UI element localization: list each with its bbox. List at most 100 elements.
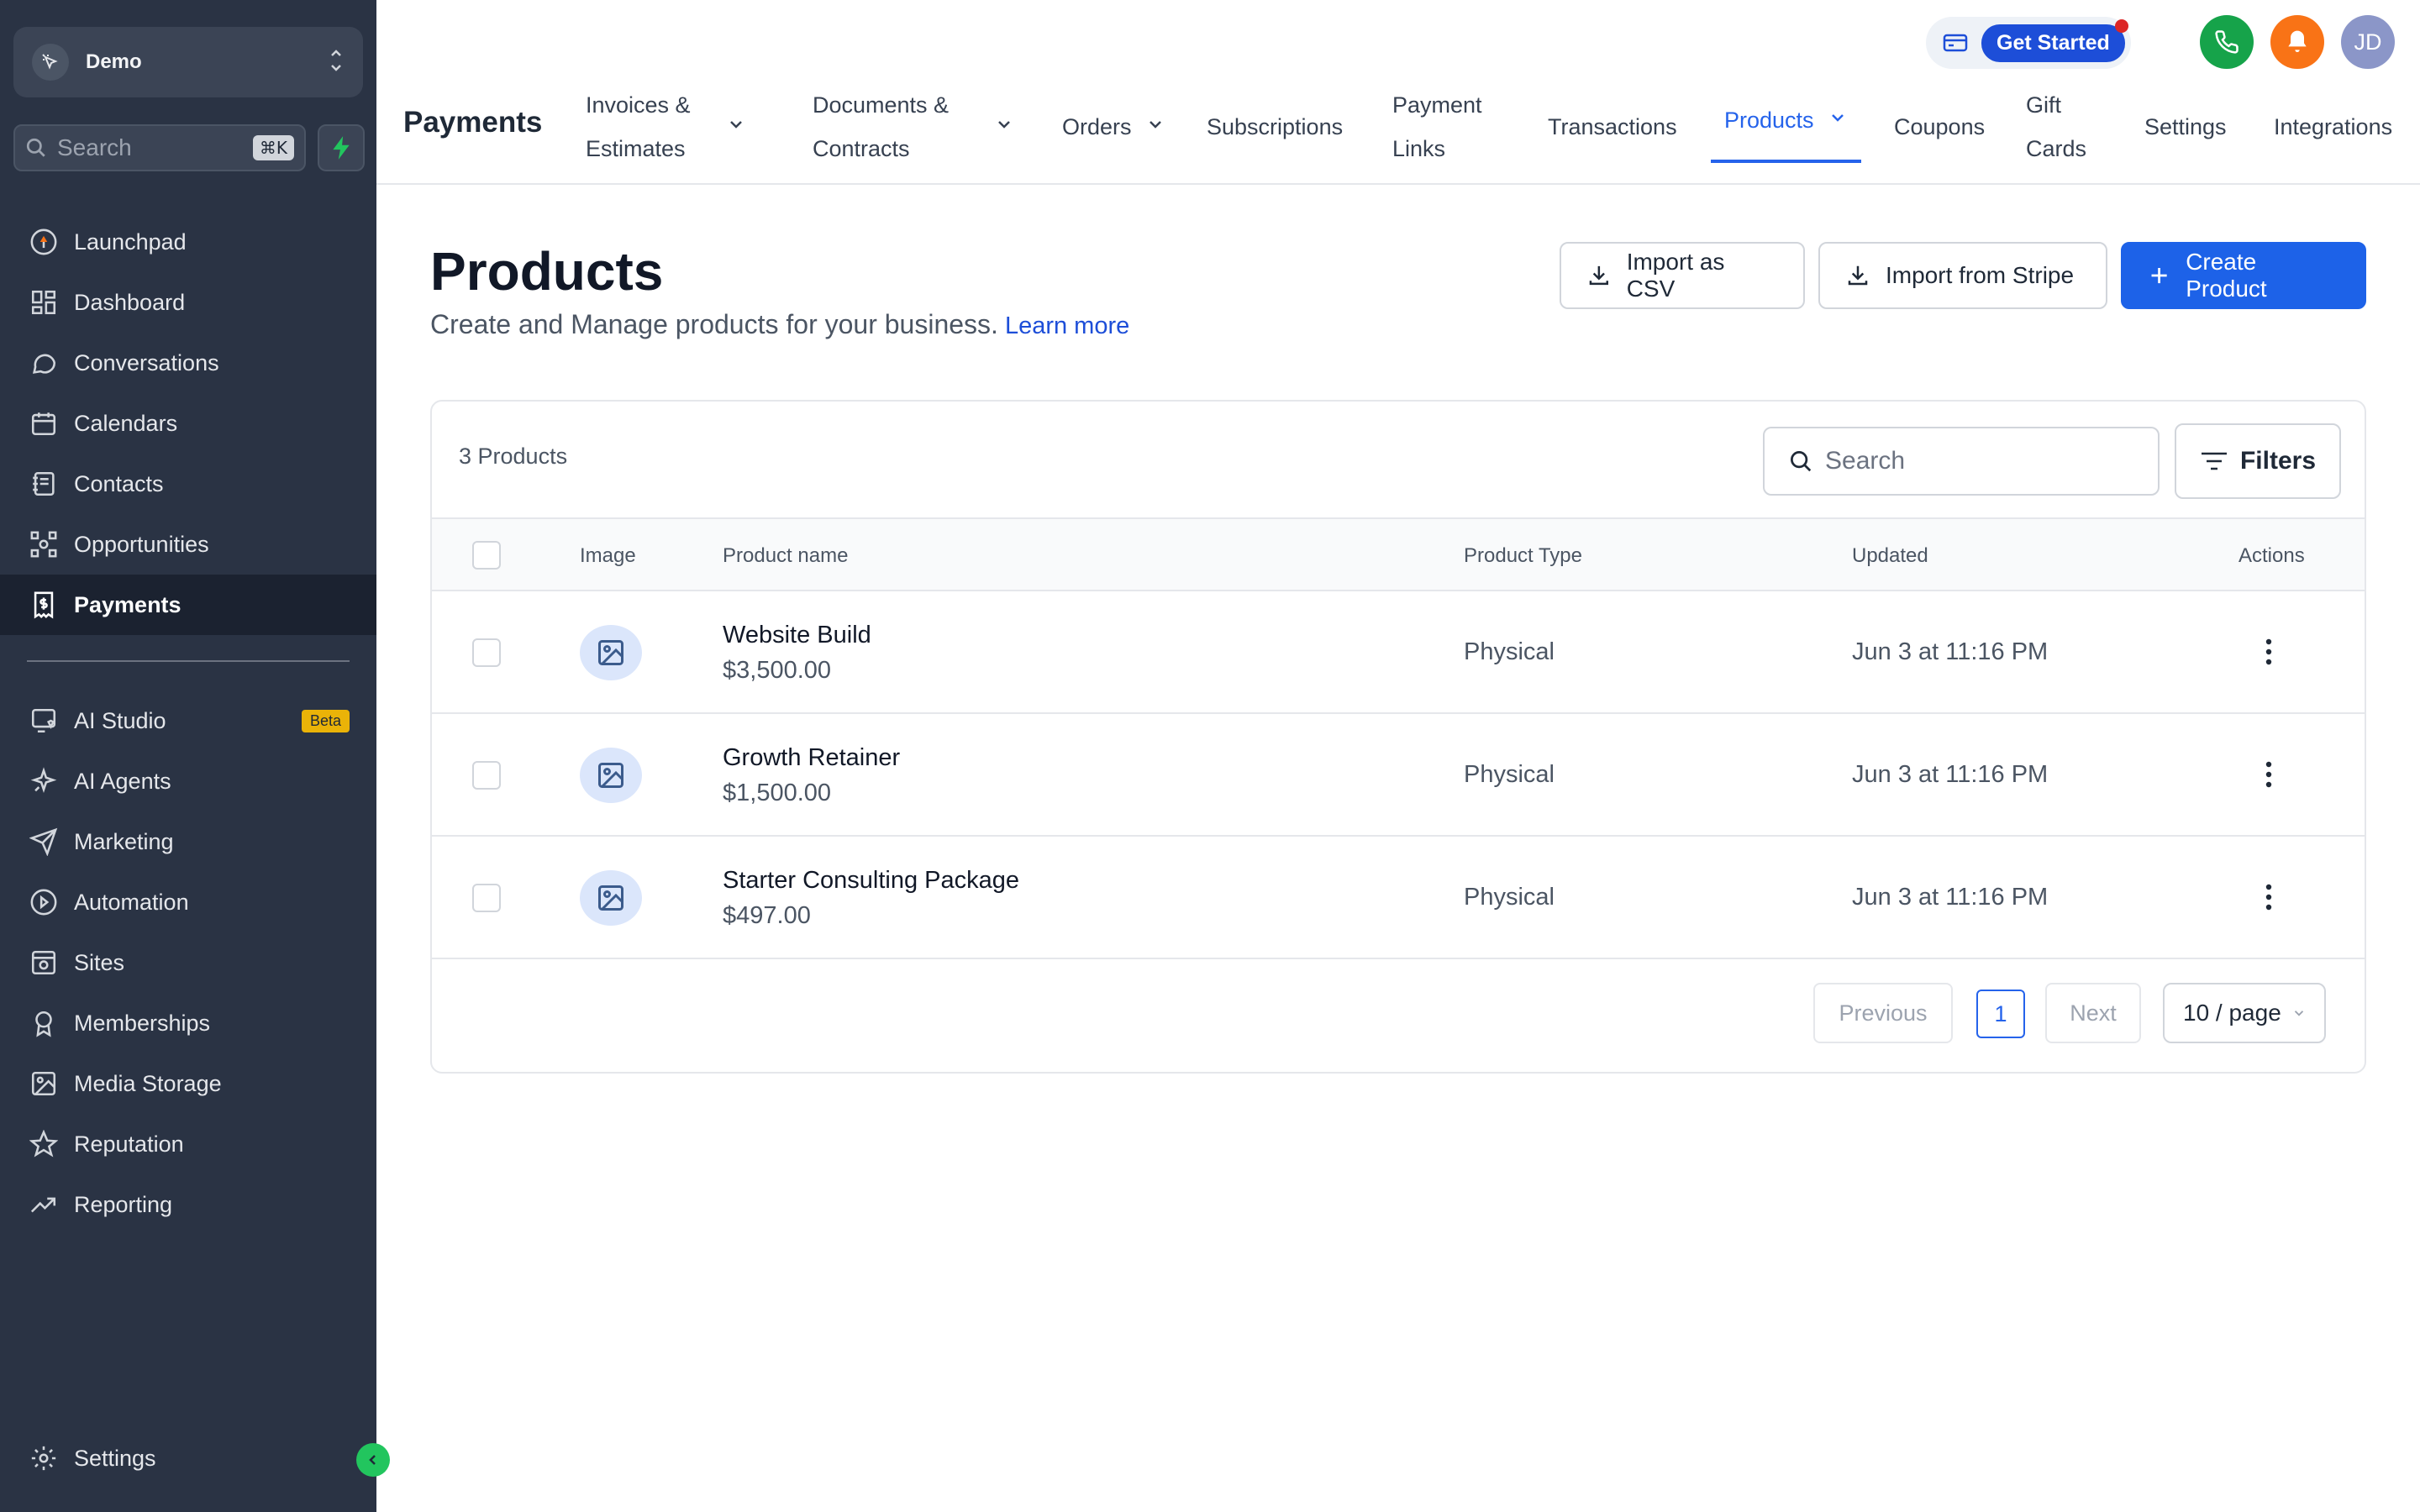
tab-label: Links [1392, 136, 1446, 161]
sidebar-item-label: Calendars [74, 410, 178, 436]
phone-button[interactable] [2200, 15, 2254, 69]
sidebar-item-label: Reputation [74, 1131, 184, 1157]
pointer-icon [32, 44, 69, 81]
page-number-current[interactable]: 1 [1976, 990, 2025, 1038]
image-icon [27, 1067, 60, 1100]
tab-payment-links[interactable]: Payment Links [1392, 81, 1482, 173]
select-all-checkbox[interactable] [472, 541, 501, 570]
chevron-left-icon [369, 1455, 376, 1465]
column-header-name[interactable]: Product name [723, 544, 848, 568]
tab-invoices-estimates[interactable]: Invoices & Estimates [586, 81, 746, 173]
import-csv-button[interactable]: Import as CSV [1560, 242, 1805, 309]
product-updated: Jun 3 at 11:16 PM [1852, 638, 2049, 665]
import-stripe-button[interactable]: Import from Stripe [1818, 242, 2107, 309]
product-name[interactable]: Growth Retainer [723, 744, 900, 772]
sidebar-item-settings[interactable]: Settings [0, 1428, 376, 1488]
download-icon [1589, 265, 1608, 286]
sidebar-item-ai-agents[interactable]: AI Agents [0, 751, 376, 811]
page-subtitle-text: Create and Manage products for your busi… [430, 309, 998, 339]
calendar-icon [27, 407, 60, 440]
sidebar-item-launchpad[interactable]: Launchpad [0, 212, 376, 272]
table-row[interactable]: Growth Retainer $1,500.00 Physical Jun 3… [432, 714, 2365, 837]
product-updated: Jun 3 at 11:16 PM [1852, 761, 2049, 788]
product-price: $1,500.00 [723, 780, 832, 806]
sidebar-item-label: Sites [74, 949, 125, 975]
product-price: $3,500.00 [723, 657, 832, 684]
create-product-button[interactable]: Create Product [2121, 242, 2366, 309]
sidebar-item-automation[interactable]: Automation [0, 872, 376, 932]
sidebar-item-memberships[interactable]: Memberships [0, 993, 376, 1053]
ai-studio-icon [27, 704, 60, 738]
tab-label: Coupons [1894, 114, 1986, 139]
product-price: $497.00 [723, 902, 811, 929]
tab-coupons[interactable]: Coupons [1894, 81, 1985, 173]
column-header-type[interactable]: Product Type [1464, 544, 1582, 568]
get-started-button[interactable]: Get Started [1981, 18, 2128, 62]
get-started-widget[interactable]: Get Started [1926, 17, 2131, 69]
page-title: Products [430, 241, 664, 302]
card-icon [1943, 34, 1968, 52]
sidebar-item-label: Automation [74, 889, 189, 915]
send-icon [27, 825, 60, 858]
sidebar: Demo Search ⌘K Launchpad Dashboard Conve… [0, 0, 376, 1512]
tab-products[interactable]: Products [1711, 81, 1861, 163]
sidebar-item-ai-studio[interactable]: AI Studio Beta [0, 690, 376, 751]
column-header-updated[interactable]: Updated [1852, 544, 1928, 568]
learn-more-link[interactable]: Learn more [1005, 312, 1129, 339]
filters-button[interactable]: Filters [2175, 423, 2341, 499]
row-actions-button[interactable] [2252, 758, 2286, 791]
row-checkbox[interactable] [472, 761, 501, 790]
sidebar-item-reporting[interactable]: Reporting [0, 1174, 376, 1235]
table-row[interactable]: Starter Consulting Package $497.00 Physi… [432, 837, 2365, 959]
table-search-input[interactable]: Search [1763, 427, 2160, 496]
plus-icon [2151, 267, 2167, 284]
row-checkbox[interactable] [472, 638, 501, 667]
chevron-down-icon [994, 105, 1014, 149]
tab-label: Payment [1392, 92, 1482, 118]
tab-documents-contracts[interactable]: Documents & Contracts [813, 81, 1014, 173]
tab-orders[interactable]: Orders [1062, 81, 1165, 173]
sidebar-item-calendars[interactable]: Calendars [0, 393, 376, 454]
next-page-button[interactable]: Next [2045, 983, 2141, 1043]
sidebar-item-label: Conversations [74, 349, 219, 375]
opportunities-icon [27, 528, 60, 561]
next-label: Next [2070, 1000, 2117, 1026]
collapse-sidebar-button[interactable] [356, 1443, 390, 1477]
page-size-select[interactable]: 10 / page [2163, 983, 2326, 1043]
chevron-down-icon [1145, 105, 1165, 149]
tab-label: Settings [2144, 114, 2227, 139]
quick-action-button[interactable] [318, 124, 365, 171]
sidebar-item-payments[interactable]: Payments [0, 575, 376, 635]
image-placeholder-icon [598, 885, 623, 911]
avatar[interactable]: JD [2341, 15, 2395, 69]
tab-label: Contracts [813, 136, 910, 161]
star-icon [27, 1127, 60, 1161]
sidebar-item-conversations[interactable]: Conversations [0, 333, 376, 393]
sidebar-search-input[interactable]: Search ⌘K [13, 124, 306, 171]
row-actions-button[interactable] [2252, 635, 2286, 669]
trend-icon [27, 1188, 60, 1221]
tab-settings[interactable]: Settings [2144, 81, 2227, 173]
product-name[interactable]: Starter Consulting Package [723, 867, 1019, 895]
table-row[interactable]: Website Build $3,500.00 Physical Jun 3 a… [432, 591, 2365, 714]
sidebar-item-reputation[interactable]: Reputation [0, 1114, 376, 1174]
sidebar-item-dashboard[interactable]: Dashboard [0, 272, 376, 333]
tab-gift-cards[interactable]: Gift Cards [2026, 81, 2086, 173]
previous-page-button[interactable]: Previous [1813, 983, 1953, 1043]
image-placeholder-icon [598, 640, 623, 665]
tab-transactions[interactable]: Transactions [1548, 81, 1677, 173]
sidebar-item-contacts[interactable]: Contacts [0, 454, 376, 514]
product-name[interactable]: Website Build [723, 622, 871, 649]
sidebar-item-marketing[interactable]: Marketing [0, 811, 376, 872]
sidebar-item-sites[interactable]: Sites [0, 932, 376, 993]
account-switcher[interactable]: Demo [13, 27, 363, 97]
tab-label: Cards [2026, 136, 2087, 161]
more-vertical-icon [2265, 761, 2272, 788]
row-actions-button[interactable] [2252, 880, 2286, 914]
tab-subscriptions[interactable]: Subscriptions [1207, 81, 1343, 173]
sidebar-item-media-storage[interactable]: Media Storage [0, 1053, 376, 1114]
notifications-button[interactable] [2270, 15, 2324, 69]
tab-integrations[interactable]: Integrations [2274, 81, 2392, 173]
row-checkbox[interactable] [472, 884, 501, 912]
sidebar-item-opportunities[interactable]: Opportunities [0, 514, 376, 575]
